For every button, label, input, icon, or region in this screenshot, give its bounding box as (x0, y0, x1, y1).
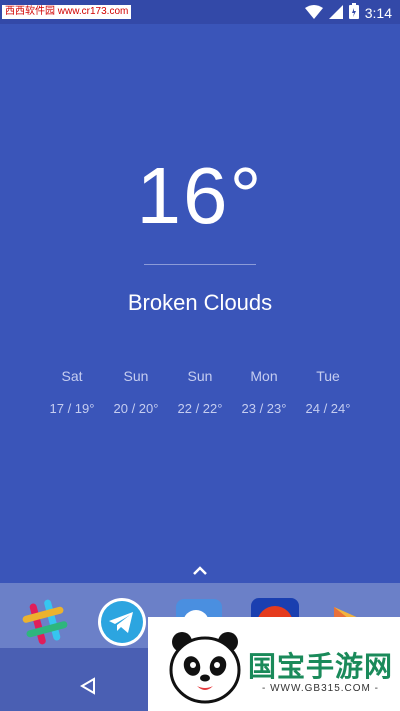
divider (144, 264, 256, 265)
app-drawer-chevron-up-icon[interactable] (190, 563, 210, 582)
telegram-icon[interactable] (97, 597, 147, 647)
watermark-brand: 国宝手游网 (248, 650, 394, 683)
forecast-row: Sat 17 / 19° Sun 20 / 20° Sun 22 / 22° M… (40, 368, 360, 417)
status-icons: 3:14 (304, 3, 392, 23)
back-icon[interactable] (78, 676, 98, 700)
forecast-temp-range: 22 / 22° (177, 401, 223, 416)
weather-condition: Broken Clouds (127, 290, 273, 315)
forecast-day: Sun 22 / 22° (168, 368, 232, 417)
forecast-day: Mon 23 / 23° (232, 368, 296, 417)
forecast-day-name: Tue (316, 368, 340, 384)
forecast-day-name: Sun (123, 368, 149, 384)
forecast-day: Sun 20 / 20° (104, 368, 168, 417)
signal-icon (328, 4, 343, 23)
current-temperature: 16° (136, 151, 264, 240)
battery-icon (348, 3, 359, 23)
forecast-temp-range: 20 / 20° (113, 401, 159, 416)
forecast-temp-range: 24 / 24° (305, 401, 351, 416)
watermark-url: - WWW.GB315.COM - (262, 683, 379, 694)
forecast-day: Sat 17 / 19° (40, 368, 104, 417)
forecast-day-name: Sat (61, 368, 83, 384)
forecast-temp-range: 23 / 23° (241, 401, 287, 416)
clock: 3:14 (364, 5, 392, 21)
wifi-icon (304, 4, 323, 23)
forecast-temp-range: 17 / 19° (49, 401, 95, 416)
forecast-day: Tue 24 / 24° (296, 368, 360, 417)
panda-logo-icon (168, 628, 242, 708)
forecast-day-name: Mon (250, 368, 278, 384)
slack-icon[interactable] (20, 597, 70, 647)
top-watermark: 西西软件园 www.cr173.com (2, 5, 132, 19)
forecast-day-name: Sun (187, 368, 213, 384)
